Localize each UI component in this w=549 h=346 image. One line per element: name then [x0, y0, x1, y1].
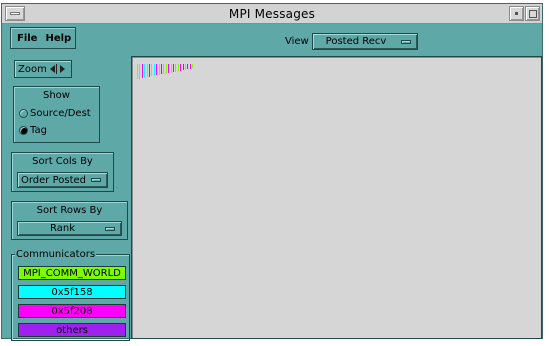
show-title: Show — [43, 90, 70, 101]
message-tick — [182, 64, 184, 70]
message-tick — [163, 64, 165, 74]
message-tick — [180, 64, 182, 71]
message-tick — [153, 64, 155, 76]
radio-source-dest[interactable]: Source/Dest — [19, 108, 91, 119]
radio-tag[interactable]: Tag — [19, 125, 47, 136]
option-menu-indicator-icon — [91, 178, 101, 182]
zoom-separator — [55, 64, 57, 74]
sort-rows-title: Sort Rows By — [36, 205, 103, 216]
maximize-button[interactable] — [525, 6, 540, 21]
sort-rows-value: Rank — [50, 223, 75, 234]
sort-rows-select[interactable]: Rank — [17, 221, 122, 236]
message-tick — [161, 64, 162, 74]
message-tick — [168, 64, 170, 73]
message-tick — [139, 64, 141, 79]
radio-tag-indicator[interactable] — [19, 126, 28, 135]
communicator-others[interactable]: others — [18, 323, 126, 337]
radio-tag-label: Tag — [30, 125, 47, 136]
communicator-0x5f208[interactable]: 0x5f208 — [18, 304, 126, 318]
message-tick — [146, 64, 148, 77]
message-tick — [141, 64, 143, 78]
communicators-title: Communicators — [15, 249, 97, 260]
view-select[interactable]: Posted Recv — [312, 33, 418, 50]
radio-source-dest-indicator[interactable] — [19, 109, 28, 118]
message-canvas[interactable] — [131, 56, 542, 339]
message-tick — [158, 64, 160, 75]
maximize-icon — [528, 9, 537, 18]
communicator-mpi-comm-world[interactable]: MPI_COMM_WORLD — [18, 266, 126, 280]
minimize-icon — [515, 12, 518, 15]
menu-file[interactable]: File — [17, 33, 37, 44]
sort-cols-select[interactable]: Order Posted — [17, 172, 108, 188]
window-title: MPI Messages — [228, 7, 316, 21]
zoom-control: Zoom — [14, 60, 72, 78]
sort-cols-title: Sort Cols By — [32, 156, 93, 167]
title-bar: MPI Messages — [2, 4, 542, 24]
sort-cols-value: Order Posted — [20, 174, 87, 186]
message-tick — [151, 64, 153, 76]
communicator-0x5f158[interactable]: 0x5f158 — [18, 285, 126, 299]
communicators-group: Communicators MPI_COMM_WORLD 0x5f158 0x5… — [11, 249, 130, 341]
message-tick — [189, 64, 191, 69]
message-tick — [137, 64, 138, 79]
message-tick — [185, 64, 186, 70]
message-tick — [175, 64, 177, 72]
sort-cols-group: Sort Cols By Order Posted — [11, 152, 114, 192]
menu-help[interactable]: Help — [45, 33, 71, 44]
zoom-in-arrow-icon[interactable] — [59, 65, 65, 73]
option-menu-indicator-icon — [401, 39, 411, 44]
zoom-out-arrow-icon[interactable] — [49, 65, 55, 73]
view-select-value: Posted Recv — [325, 36, 387, 47]
message-tick — [144, 64, 146, 78]
sort-rows-group: Sort Rows By Rank — [11, 201, 128, 240]
message-tick — [165, 64, 167, 74]
zoom-label: Zoom — [18, 63, 47, 75]
minimize-button[interactable] — [509, 6, 524, 21]
message-tick — [173, 64, 174, 72]
mpi-messages-window: MPI Messages File Help View Posted Recv … — [1, 3, 543, 341]
message-tick — [187, 64, 189, 69]
menu-bar: File Help — [10, 27, 76, 49]
option-menu-indicator-icon — [105, 226, 115, 231]
message-tick — [156, 64, 158, 75]
radio-source-dest-label: Source/Dest — [30, 108, 91, 119]
show-group: Show Source/Dest Tag — [13, 86, 100, 143]
view-label: View — [285, 36, 309, 47]
message-tick — [170, 64, 172, 73]
message-tick — [192, 64, 194, 68]
message-tick — [177, 64, 179, 71]
message-tick — [149, 64, 150, 77]
